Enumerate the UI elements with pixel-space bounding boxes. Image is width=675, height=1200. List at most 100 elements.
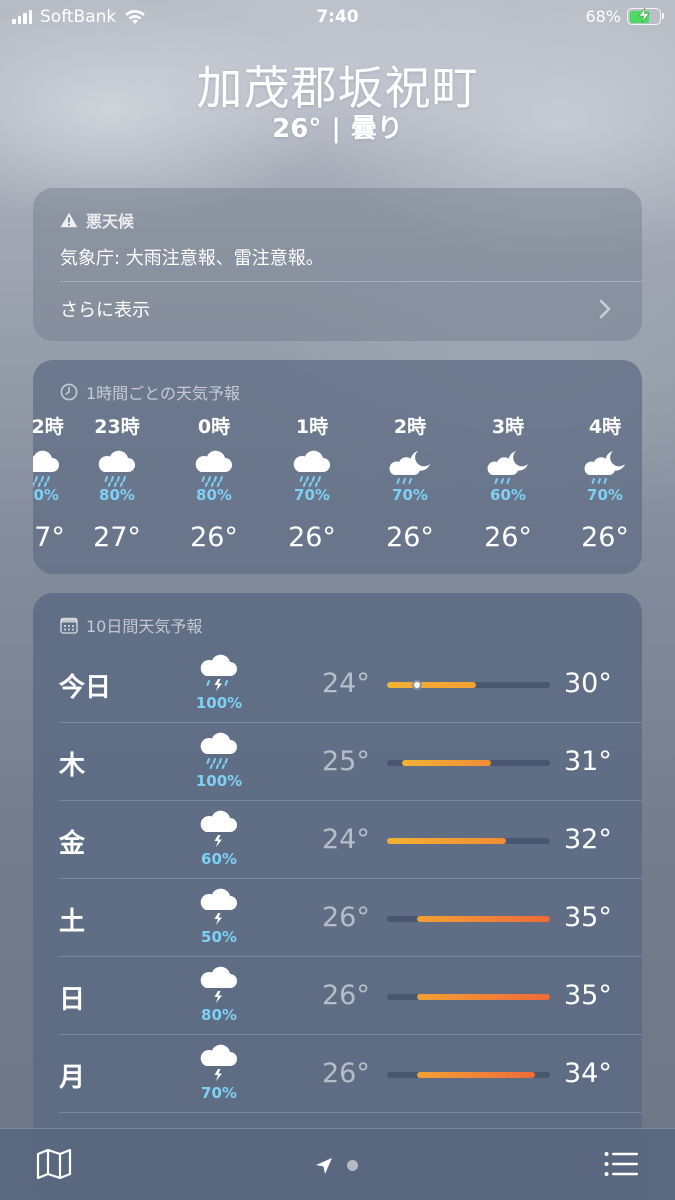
temp-range-track [387,916,550,922]
day-precip: 100% [195,694,243,712]
temp-range-bar [387,838,506,844]
daily-row[interactable]: 木 100% 25° 31° [59,723,642,801]
alert-text: 気象庁: 大雨注意報、雷注意報。 [60,248,324,269]
hour-temp: 26° [581,522,629,553]
hour-time: 3時 [491,416,525,438]
temp-range-track [387,994,550,1000]
daily-row[interactable]: 金 60% 24° 32° [59,801,642,879]
temp-range-bar [401,760,491,766]
day-icon-wrap [192,965,246,1005]
bottom-toolbar [0,1128,675,1200]
hour-time: 0時 [197,416,231,438]
chevron-right-icon[interactable] [598,298,612,320]
daily-forecast-card[interactable]: 10日間天気予報 今日 100% 24° 30° 木 100% 25° 31° 金 60% 24° 3… [33,593,642,1200]
map-icon[interactable] [36,1147,72,1181]
day-icon-wrap [192,809,246,849]
hourly-header: 1時間ごとの天気予報 [60,380,240,404]
hourly-item[interactable]: 0時 80% 26° [169,412,259,553]
row-divider [59,1112,642,1113]
cloud-rain-icon [195,450,232,487]
cloud-rain-icon [33,450,59,487]
temp-range-bar [416,994,550,1000]
temp-range-track [387,838,550,844]
day-high-temp: 31° [564,746,612,777]
current-temp: 26° [272,114,322,144]
daily-header: 10日間天気予報 [60,613,202,637]
day-icon-wrap [192,1043,246,1083]
alert-header: 悪天候 [60,208,134,232]
day-name: 日 [59,985,86,1015]
current-condition: 曇り [350,114,403,144]
day-precip: 50% [201,928,237,946]
day-icon-wrap [192,653,246,693]
day-low-temp: 26° [322,980,370,1011]
hour-precip: 80% [196,486,232,504]
hourly-item[interactable]: 1時 70% 26° [267,412,357,553]
hourly-item[interactable]: 23時 80% 27° [72,412,162,553]
daily-title: 10日間天気予報 [86,617,203,636]
page-indicator-dot[interactable] [347,1160,358,1171]
hour-time: 1時 [295,416,329,438]
hour-precip: 70% [392,486,428,504]
temp-range-track [387,1072,550,1078]
day-precip: 80% [201,1006,237,1024]
temp-range-track [387,680,550,690]
day-precip: 100% [195,772,243,790]
summary-separator: | [331,114,341,144]
day-name: 木 [59,751,86,781]
current-temp-dot [411,680,422,690]
hour-time: 23時 [94,416,140,438]
status-time: 7:40 [316,7,359,27]
hour-precip: 80% [99,486,135,504]
battery-icon [627,8,664,25]
hour-temp: 26° [484,522,532,553]
temp-range-bar [416,1072,536,1078]
day-low-temp: 26° [322,1058,370,1089]
hour-temp: 26° [386,522,434,553]
hour-precip: 70% [587,486,623,504]
daily-row[interactable]: 日 80% 26° 35° [59,957,642,1035]
daily-row[interactable]: 土 50% 26° 35° [59,879,642,957]
hour-time: 2時 [393,416,427,438]
hour-temp: 27° [93,522,141,553]
day-high-temp: 32° [564,824,612,855]
day-low-temp: 24° [322,824,370,855]
cloud-bolt-icon [200,966,237,1003]
hour-temp: 26° [190,522,238,553]
day-high-temp: 35° [564,902,612,933]
hourly-item[interactable]: 3時 60% 26° [463,412,553,553]
hourly-item[interactable]: 2時 70% 26° [365,412,455,553]
cloud-moon-rain-icon [584,451,625,484]
hour-temp: 26° [288,522,336,553]
day-name: 月 [59,1063,86,1093]
day-low-temp: 24° [322,668,370,699]
hour-time: 4時 [588,416,622,438]
day-precip: 60% [201,850,237,868]
cloud-bolt-icon [200,810,237,847]
hourly-item[interactable]: 4時 70% 26° [560,412,642,553]
location-arrow-icon[interactable] [315,1157,333,1175]
calendar-icon [60,617,78,634]
list-icon[interactable] [604,1151,638,1177]
day-high-temp: 35° [564,980,612,1011]
day-name: 金 [59,829,86,859]
cloud-rain-icon [293,450,330,487]
hour-precip: 60% [490,486,526,504]
hourly-title: 1時間ごとの天気予報 [86,384,241,403]
hour-precip: 70% [294,486,330,504]
temp-range-track [387,760,550,766]
day-icon-wrap [192,731,246,771]
cloud-bolt-icon [200,1044,237,1081]
clock-icon [60,383,78,401]
cloud-rain-icon [200,732,237,769]
day-icon-wrap [192,887,246,927]
show-more-link[interactable]: さらに表示 [60,296,150,322]
alert-divider [60,281,642,282]
hourly-forecast-card[interactable]: 1時間ごとの天気予報 22時80%27°23時80%27°0時80%26°1時7… [33,360,642,574]
alert-title: 悪天候 [86,212,135,231]
daily-row[interactable]: 月 70% 26° 34° [59,1035,642,1113]
daily-row[interactable]: 今日 100% 24° 30° [59,645,642,723]
temp-range-bar [387,682,476,688]
status-bar: SoftBank 7:40 68% [0,0,675,36]
warning-triangle-icon [60,212,78,228]
